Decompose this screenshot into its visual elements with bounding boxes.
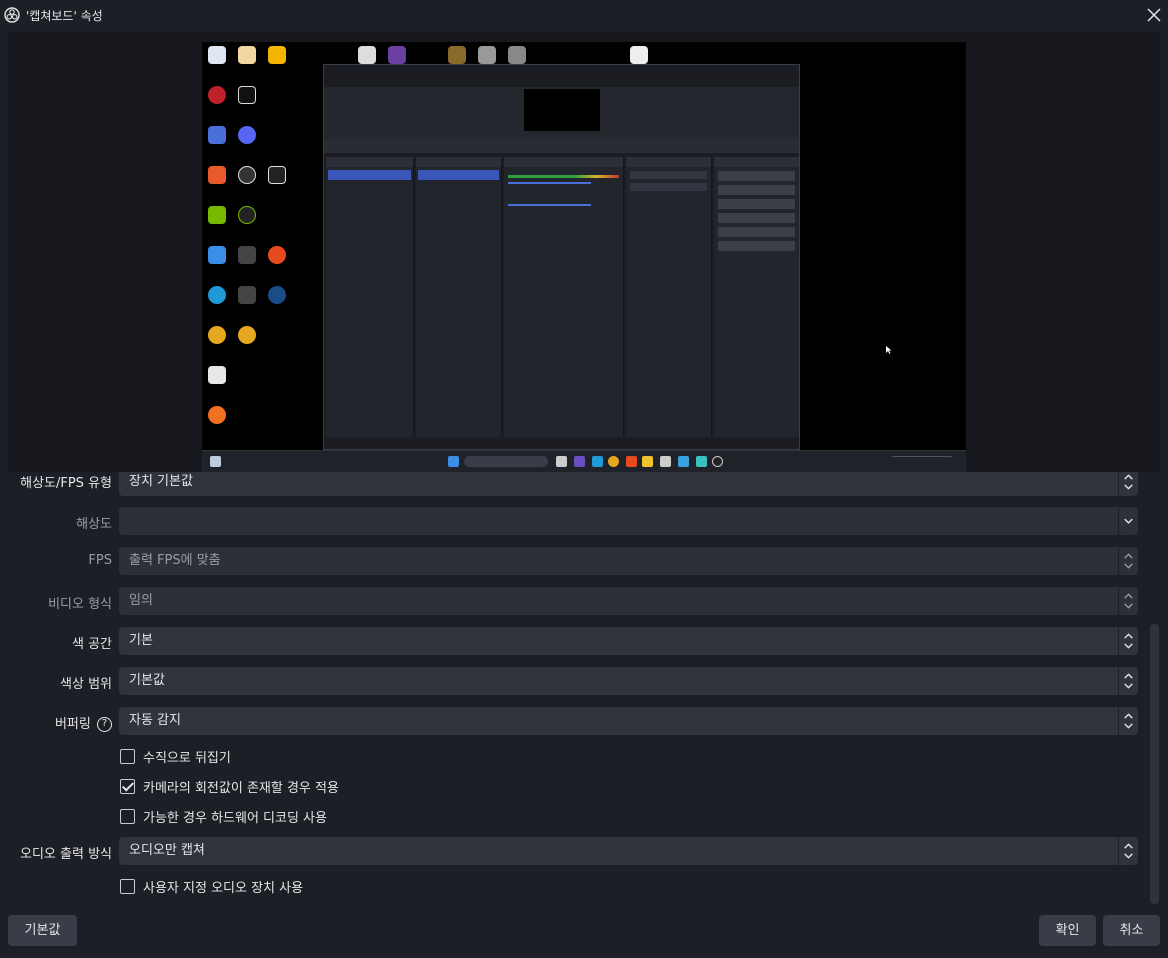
buffering-combo[interactable]: 자동 감지: [119, 707, 1138, 735]
hw-decoding-checkbox[interactable]: [120, 808, 135, 824]
preview-panel: [8, 32, 1160, 472]
chevron-down-icon: [1118, 507, 1133, 535]
desktop-icon: [232, 86, 262, 104]
buffering-label-wrap: 버퍼링 ?: [0, 713, 112, 732]
obs-window-thumbnail: [323, 64, 800, 450]
desktop-icon: [232, 46, 262, 64]
apply-rotation-label: 카메라의 회전값이 존재할 경우 적용: [143, 780, 339, 796]
color-space-value: 기본: [129, 633, 153, 648]
cancel-button[interactable]: 취소: [1103, 915, 1160, 946]
buffering-label: 버퍼링: [54, 717, 91, 732]
desktop-icon: [382, 46, 412, 64]
resolution-label: 해상도: [76, 517, 112, 532]
desktop-icon: [262, 246, 292, 264]
title-bar: '캡쳐보드' 속성: [0, 0, 1168, 30]
updown-chevron-icon: [1118, 472, 1133, 496]
obs-dock-controls: [714, 157, 799, 437]
fps-value: 출력 FPS에 맞춤: [129, 553, 221, 568]
resolution-fps-type-value: 장치 기본값: [129, 474, 193, 489]
buffering-value: 자동 감지: [129, 713, 181, 728]
desktop-icon: [202, 366, 232, 384]
desktop-icon: [232, 286, 262, 304]
flip-vertical-checkbox[interactable]: [120, 748, 135, 764]
desktop-icon: [262, 46, 292, 64]
fps-combo[interactable]: 출력 FPS에 맞춤: [119, 547, 1138, 575]
audio-output-label: 오디오 출력 방식: [20, 847, 112, 862]
color-space-label: 색 공간: [71, 637, 112, 652]
desktop-icon: [262, 166, 292, 184]
obs-title: [324, 65, 799, 77]
resolution-combo[interactable]: [119, 507, 1138, 535]
updown-chevron-icon: [1118, 587, 1133, 615]
properties-form: 해상도/FPS 유형 장치 기본값 해상도 FPS 출력 FPS에 맞춤 비디오…: [0, 472, 1150, 912]
desktop-icon: [232, 206, 262, 224]
desktop-icon: [502, 46, 532, 64]
desktop-icon: [202, 86, 232, 104]
desktop-icon: [352, 46, 382, 64]
custom-audio-checkbox[interactable]: [120, 878, 135, 894]
updown-chevron-icon: [1118, 707, 1133, 735]
desktop-icon: [624, 46, 654, 64]
obs-status-bar: [324, 437, 799, 449]
fps-label: FPS: [88, 553, 112, 568]
obs-dock-scenes: [326, 157, 414, 437]
capture-preview: [202, 42, 966, 472]
obs-dock-sources: [416, 157, 502, 437]
cursor-icon: [886, 346, 892, 354]
custom-audio-checkbox-row[interactable]: 사용자 지정 오디오 장치 사용: [120, 877, 304, 896]
vertical-scrollbar[interactable]: [1150, 624, 1159, 904]
obs-dock-transitions: [626, 157, 712, 437]
color-range-label: 색상 범위: [60, 677, 112, 692]
desktop-icon: [202, 166, 232, 184]
color-space-combo[interactable]: 기본: [119, 627, 1138, 655]
updown-chevron-icon: [1118, 667, 1133, 695]
resolution-fps-type-label: 해상도/FPS 유형: [20, 476, 112, 491]
help-icon[interactable]: ?: [97, 717, 112, 732]
close-icon[interactable]: [1144, 5, 1164, 25]
desktop-icon: [202, 126, 232, 144]
flip-vertical-checkbox-row[interactable]: 수직으로 뒤집기: [120, 747, 231, 766]
desktop-icon: [262, 286, 292, 304]
desktop-icon: [472, 46, 502, 64]
resolution-fps-type-combo[interactable]: 장치 기본값: [119, 472, 1138, 496]
hw-decoding-checkbox-row[interactable]: 가능한 경우 하드웨어 디코딩 사용: [120, 807, 327, 826]
obs-logo-icon: [4, 7, 20, 23]
custom-audio-label: 사용자 지정 오디오 장치 사용: [143, 880, 304, 896]
desktop-icon: [232, 246, 262, 264]
desktop-icon: [202, 286, 232, 304]
flip-vertical-label: 수직으로 뒤집기: [143, 750, 231, 766]
obs-scene-bar: [324, 139, 799, 153]
desktop-icon: [232, 126, 262, 144]
hw-decoding-label: 가능한 경우 하드웨어 디코딩 사용: [143, 810, 327, 826]
desktop-icon: [202, 406, 232, 424]
color-range-value: 기본값: [129, 673, 165, 688]
desktop-icon: [202, 246, 232, 264]
video-format-label: 비디오 형식: [48, 597, 112, 612]
defaults-button[interactable]: 기본값: [8, 915, 77, 946]
obs-canvas: [524, 89, 600, 131]
color-range-combo[interactable]: 기본값: [119, 667, 1138, 695]
desktop-icon: [202, 206, 232, 224]
apply-rotation-checkbox-row[interactable]: 카메라의 회전값이 존재할 경우 적용: [120, 777, 339, 796]
updown-chevron-icon: [1118, 627, 1133, 655]
video-format-combo[interactable]: 임의: [119, 587, 1138, 615]
video-format-value: 임의: [129, 593, 153, 608]
updown-chevron-icon: [1118, 837, 1133, 865]
desktop-icon: [232, 326, 262, 344]
desktop-icon: [442, 46, 472, 64]
audio-output-combo[interactable]: 오디오만 캡쳐: [119, 837, 1138, 865]
desktop-icon: [202, 46, 232, 64]
window-title: '캡쳐보드' 속성: [26, 9, 103, 23]
desktop-icon: [232, 166, 262, 184]
windows-taskbar: [202, 450, 966, 472]
obs-dock-audio: [504, 157, 624, 437]
apply-rotation-checkbox[interactable]: [120, 778, 135, 794]
ok-button[interactable]: 확인: [1039, 915, 1096, 946]
audio-output-value: 오디오만 캡쳐: [129, 843, 205, 858]
updown-chevron-icon: [1118, 547, 1133, 575]
desktop-icon: [202, 326, 232, 344]
